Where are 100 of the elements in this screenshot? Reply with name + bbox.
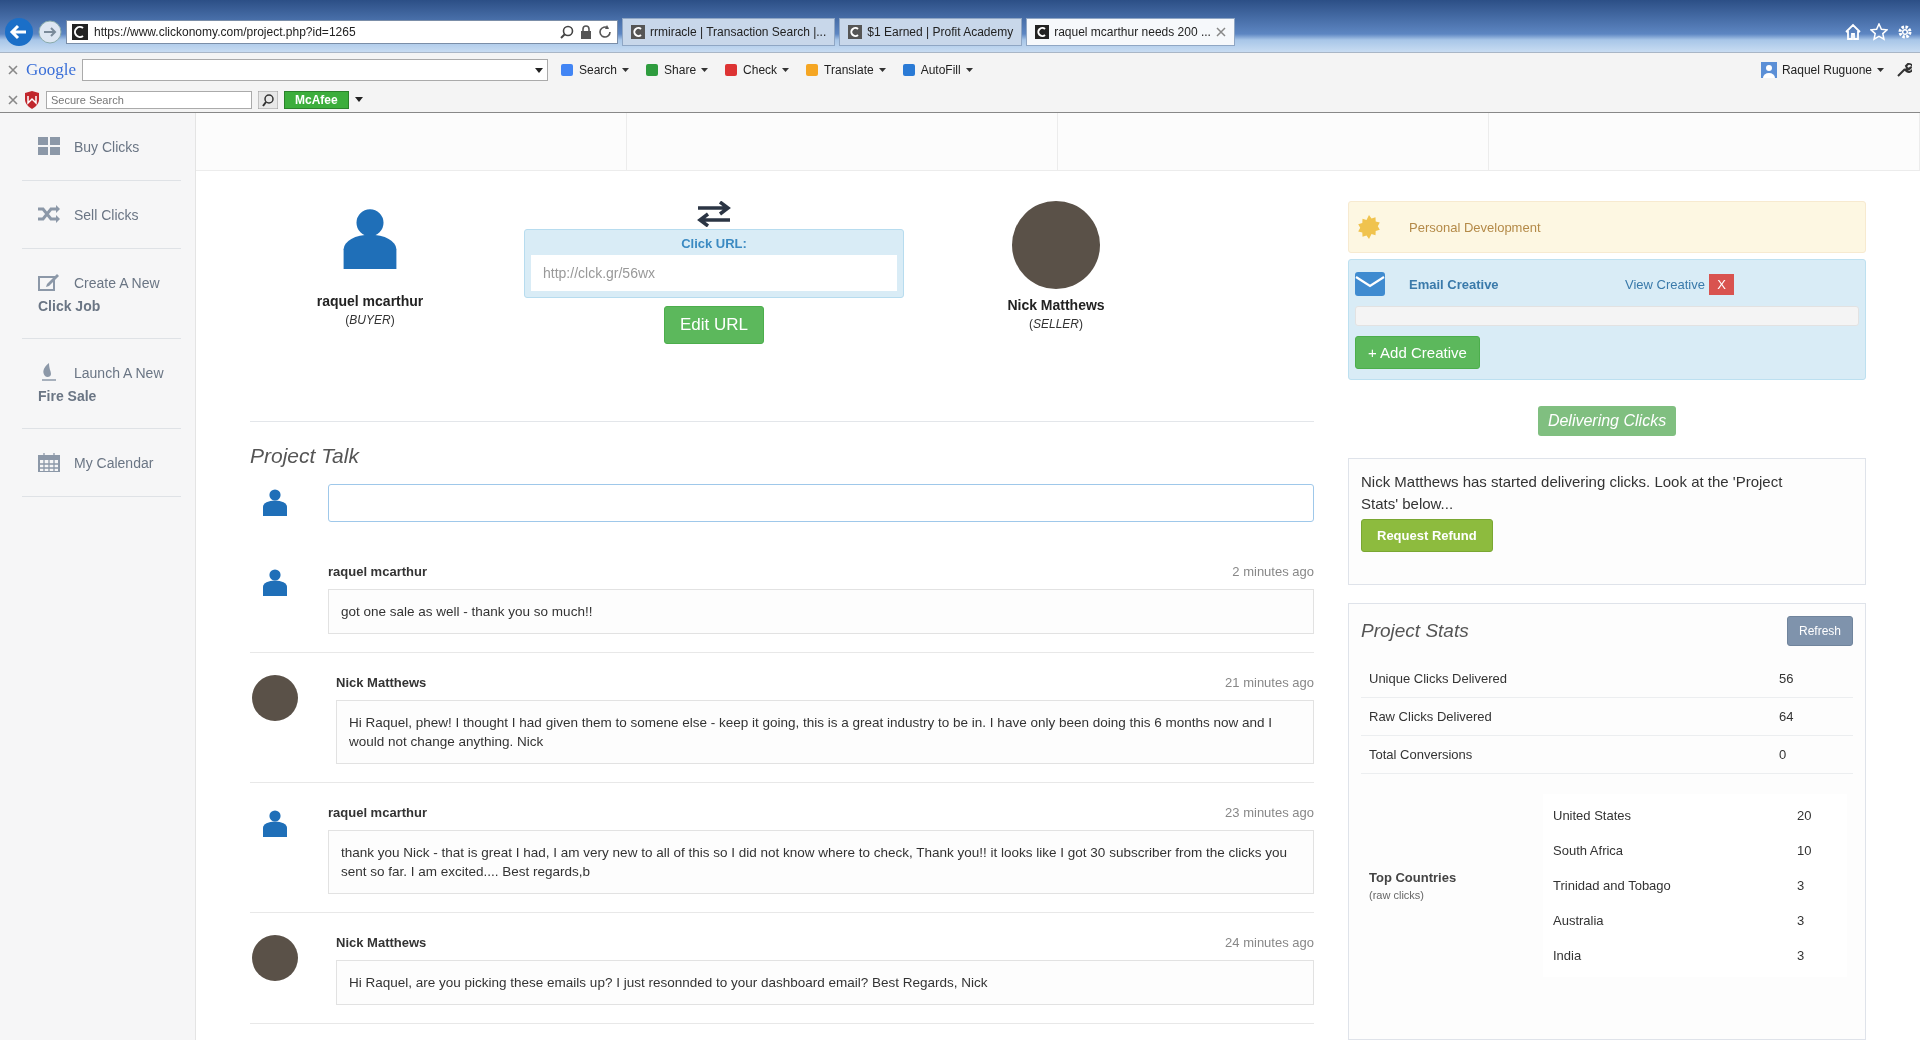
toolbar-button[interactable]: Translate <box>801 63 890 77</box>
field-label: Click URL: <box>680 236 748 251</box>
party-name: raquel mcarthur <box>316 293 424 309</box>
country-value: 3 <box>1797 913 1805 928</box>
country-name: Trinidad and Tobago <box>1553 878 1672 893</box>
party-role: (BUYER) <box>345 313 395 327</box>
calendar-icon <box>38 453 60 472</box>
timestamp: 24 minutes ago <box>1225 935 1314 950</box>
close-icon <box>1215 27 1226 37</box>
caret-icon <box>622 68 630 72</box>
swap-icon <box>696 201 732 227</box>
browser-tab[interactable]: $1 Earned | Profit Academy <box>839 18 1023 46</box>
site-icon <box>72 24 88 40</box>
sidebar-item[interactable]: Launch A New Fire Sale <box>22 339 181 429</box>
tool-icon <box>805 63 820 77</box>
caret-icon <box>535 67 543 73</box>
address-bar[interactable]: https://www.clickonomy.com/project.php?id=1265 <box>66 20 618 44</box>
country-value: 10 <box>1797 843 1812 858</box>
search-field[interactable]: Secure Search <box>46 90 252 109</box>
user-menu[interactable]: Raquel Ruguone <box>1756 62 1888 78</box>
stat-value: 0 <box>1779 747 1787 762</box>
close-icon <box>8 65 18 75</box>
category-label: Personal Development <box>1409 219 1541 235</box>
caret-icon <box>965 68 973 72</box>
search-icon <box>560 25 574 39</box>
mcafee-button[interactable]: McAfee <box>284 90 349 109</box>
section-title: Project Talk <box>250 444 361 468</box>
sidebar-label: Create A New <box>74 274 160 291</box>
author-name: Nick Matthews <box>336 675 427 690</box>
view-creative-link[interactable]: View Creative <box>1625 276 1705 292</box>
country-name: Australia <box>1553 913 1605 928</box>
caret-icon <box>1877 68 1884 72</box>
add-creative-button[interactable]: + Add Creative <box>1355 336 1480 369</box>
message-text: got one sale as well - thank you so much!! <box>328 589 1314 634</box>
photo-placeholder <box>252 675 298 721</box>
toolbar-button[interactable]: Share <box>641 63 713 77</box>
sidebar-label: Click Job <box>38 298 102 314</box>
notice-text: Nick Matthews has started delivering clicks. Look at the 'Project Stats' below... <box>1361 472 1784 514</box>
country-name: India <box>1553 948 1583 963</box>
user-icon <box>1760 62 1777 78</box>
caret-icon <box>782 68 790 72</box>
sidebar-label: Sell Clicks <box>74 206 139 223</box>
stat-value: 64 <box>1779 709 1794 724</box>
search-field[interactable] <box>82 59 548 81</box>
stat-label: Total Conversions <box>1369 747 1474 762</box>
stat-value: 56 <box>1779 671 1794 686</box>
toolbar-button[interactable]: Check <box>720 63 794 77</box>
section-title: Project Stats <box>1361 620 1469 642</box>
author-name: Nick Matthews <box>336 935 427 950</box>
stat-label: Raw Clicks Delivered <box>1369 709 1493 724</box>
author-name: raquel mcarthur <box>328 805 427 820</box>
sidebar-label: Fire Sale <box>38 388 98 404</box>
country-value: 3 <box>1797 948 1805 963</box>
author-name: raquel mcarthur <box>328 564 427 579</box>
country-value: 20 <box>1797 808 1812 823</box>
sidebar-item[interactable]: Create A New Click Job <box>22 249 181 339</box>
page-icon <box>631 25 645 39</box>
caret-icon <box>354 97 363 102</box>
toolbar-button[interactable]: AutoFill <box>897 63 977 77</box>
delete-button[interactable]: X <box>1708 273 1734 295</box>
sidebar-item[interactable]: My Calendar <box>22 429 181 497</box>
country-value: 3 <box>1797 878 1805 893</box>
message-input[interactable] <box>328 484 1314 522</box>
stat-note: (raw clicks) <box>1369 889 1425 901</box>
lock-icon <box>580 25 592 39</box>
caret-icon <box>701 68 709 72</box>
badge-icon <box>1357 215 1381 239</box>
url-text: https://www.clickonomy.com/project.php?id=1265 <box>94 25 357 39</box>
shuffle-icon <box>38 205 60 224</box>
shield-icon <box>24 90 40 109</box>
timestamp: 21 minutes ago <box>1225 675 1314 690</box>
home-icon <box>1844 23 1862 41</box>
page-icon <box>848 25 863 39</box>
settings-icon <box>1896 23 1914 41</box>
country-name: United States <box>1553 808 1633 823</box>
browser-tab[interactable]: rrmiracle | Transaction Search |... <box>622 18 836 46</box>
envelope-icon <box>1355 272 1385 296</box>
tool-icon <box>724 63 739 77</box>
tool-icon <box>901 63 916 77</box>
tool-icon <box>560 63 574 77</box>
sidebar-label: My Calendar <box>74 454 154 471</box>
grid-icon <box>38 137 60 156</box>
party-name: Nick Matthews <box>1007 297 1105 313</box>
sidebar-item[interactable]: Sell Clicks <box>22 181 181 249</box>
browser-tab[interactable]: raquel mcarthur needs 200 ... <box>1026 18 1235 46</box>
message-text: Hi Raquel, phew! I thought I had given them to somene else - keep it going, this is a great industry to be in. I have only been doing this 6 months now and I would not change anything. Nick <box>336 700 1314 764</box>
toolbar-button[interactable]: Search <box>556 63 634 77</box>
close-icon <box>8 94 18 105</box>
stat-label: Top Countries <box>1369 870 1458 885</box>
url-input[interactable]: http://clck.gr/56wx <box>531 255 897 291</box>
star-icon <box>1870 23 1888 41</box>
sidebar-item[interactable]: Buy Clicks <box>22 113 181 181</box>
edit-url-button[interactable]: Edit URL <box>664 306 764 344</box>
timestamp: 2 minutes ago <box>1232 564 1314 579</box>
message-text: Hi Raquel, are you picking these emails up? I just resonnded to your dashboard email? Best Regards, Nick <box>336 960 1314 1005</box>
party-role: (SELLER) <box>1029 317 1083 331</box>
back-icon <box>4 17 34 47</box>
forward-icon <box>38 20 62 44</box>
refresh-button[interactable]: Refresh <box>1786 616 1853 646</box>
message-text: thank you Nick - that is great I had, I am very new to all of this so I did not know where to check, Thank you!! it looks like I got 30 subscriber from the clicks you sent so far. I am excited.... Best regards,b <box>328 830 1314 894</box>
